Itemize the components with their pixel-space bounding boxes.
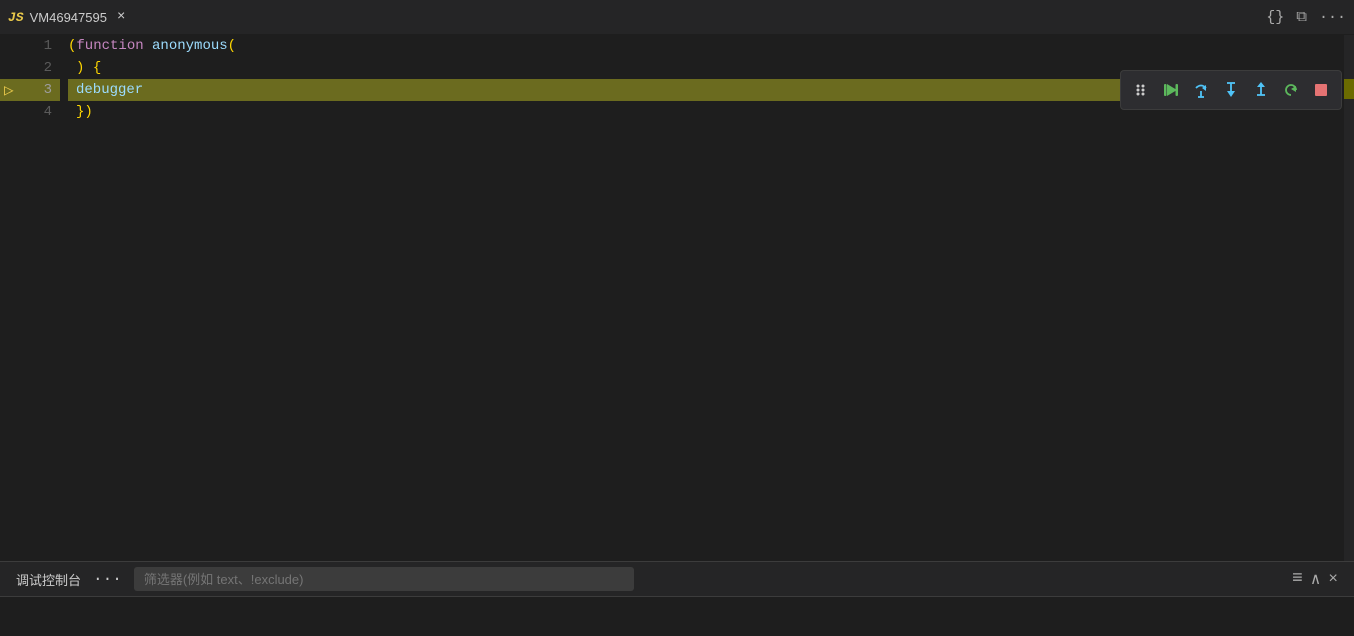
more-actions-button[interactable]: ···	[1319, 9, 1346, 26]
code-editor[interactable]: (function anonymous( ) { debugger })	[60, 35, 1344, 561]
line-numbers: 1 2 ▷ 3 4	[0, 35, 60, 561]
js-icon: JS	[8, 10, 24, 25]
execution-arrow-icon: ▷	[4, 80, 14, 100]
tab-actions: {} ⧉ ···	[1266, 8, 1346, 26]
split-editor-button[interactable]: ⧉	[1296, 8, 1307, 26]
tab-close-button[interactable]: ×	[113, 7, 129, 27]
scroll-indicator	[1344, 35, 1354, 561]
code-line-1: (function anonymous(	[68, 35, 1344, 57]
debug-step-out-button[interactable]	[1247, 76, 1275, 104]
debug-resume-button[interactable]	[1157, 76, 1185, 104]
panel-actions: ≡ ∧ ×	[1292, 569, 1338, 589]
debug-toolbar	[1120, 70, 1342, 110]
panel-more-button[interactable]: ···	[93, 570, 122, 588]
line-number-4: 4	[0, 101, 60, 123]
format-document-button[interactable]: {}	[1266, 9, 1284, 26]
tab-item[interactable]: JS VM46947595 ×	[8, 7, 129, 27]
panel-content	[0, 597, 1354, 636]
line-number-2: 2	[0, 57, 60, 79]
line-number-3: ▷ 3	[0, 79, 60, 101]
bottom-panel: 调试控制台 ··· ≡ ∧ ×	[0, 561, 1354, 636]
panel-close-button[interactable]: ×	[1328, 570, 1338, 588]
tab-bar: JS VM46947595 × {} ⧉ ···	[0, 0, 1354, 35]
tab-title: VM46947595	[30, 10, 107, 25]
debug-restart-button[interactable]	[1277, 76, 1305, 104]
debug-drag-handle[interactable]	[1127, 76, 1155, 104]
debug-stop-button[interactable]	[1307, 76, 1335, 104]
panel-header: 调试控制台 ··· ≡ ∧ ×	[0, 562, 1354, 597]
panel-filter-area	[134, 567, 1280, 591]
scroll-thumb[interactable]	[1344, 79, 1354, 99]
editor-area: 1 2 ▷ 3 4 (function anonymous( ) { debug…	[0, 35, 1354, 561]
panel-lines-icon[interactable]: ≡	[1292, 569, 1303, 589]
debug-step-into-button[interactable]	[1217, 76, 1245, 104]
line-number-1: 1	[0, 35, 60, 57]
panel-title: 调试控制台	[16, 570, 81, 589]
panel-scroll-top-button[interactable]: ∧	[1311, 569, 1321, 589]
debug-step-over-button[interactable]	[1187, 76, 1215, 104]
filter-input[interactable]	[134, 567, 634, 591]
